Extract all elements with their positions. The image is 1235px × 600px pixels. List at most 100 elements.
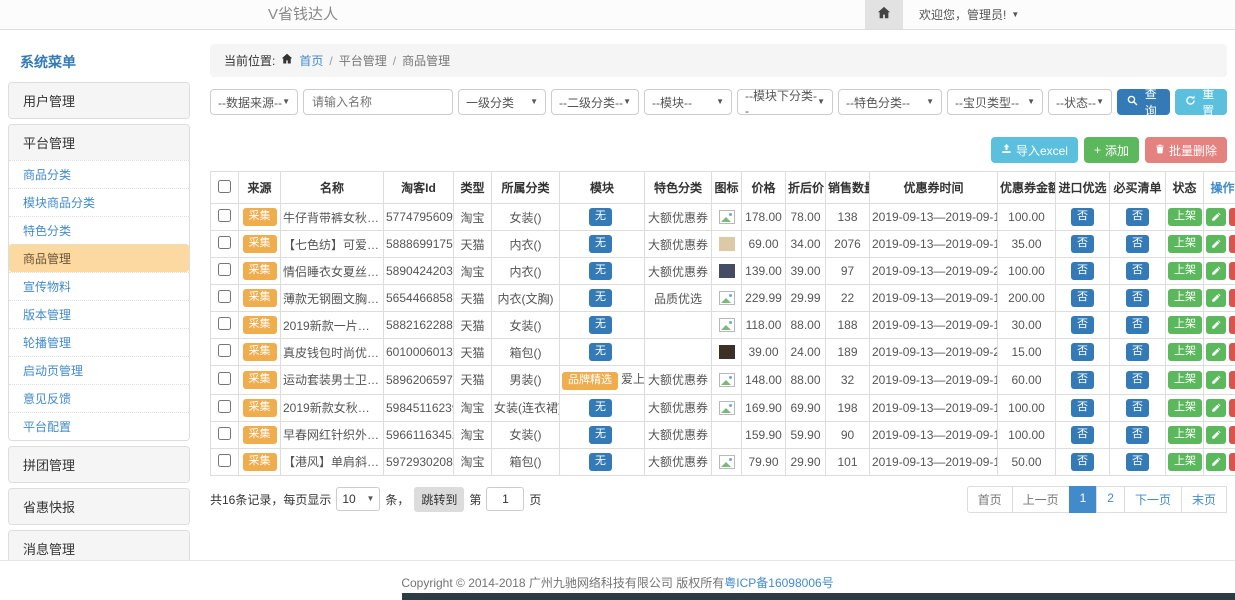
product-image-icon bbox=[719, 318, 735, 332]
item-type-select[interactable]: --宝贝类型--▼ bbox=[947, 89, 1043, 115]
sidebar-subitem[interactable]: 启动页管理 bbox=[9, 356, 189, 384]
sidebar-item-platform-management[interactable]: 平台管理 bbox=[9, 125, 189, 160]
column-header: 折后价 bbox=[786, 172, 826, 204]
level2-category-select[interactable]: --二级分类--▼ bbox=[551, 89, 639, 115]
edit-button[interactable] bbox=[1206, 289, 1226, 307]
edit-button[interactable] bbox=[1206, 399, 1226, 417]
cell-price: 139.00 bbox=[742, 258, 786, 285]
module-select[interactable]: --模块--▼ bbox=[644, 89, 732, 115]
status-badge[interactable]: 上架 bbox=[1168, 235, 1202, 253]
status-badge[interactable]: 上架 bbox=[1168, 208, 1202, 226]
row-checkbox[interactable] bbox=[218, 400, 231, 413]
status-badge[interactable]: 上架 bbox=[1168, 399, 1202, 417]
batch-delete-button[interactable]: 批量删除 bbox=[1145, 137, 1227, 163]
home-icon bbox=[877, 6, 891, 23]
cell-checkbox bbox=[211, 448, 239, 475]
icp-link[interactable]: 粤ICP备16098006号 bbox=[724, 576, 833, 590]
sidebar-subitem[interactable]: 平台配置 bbox=[9, 412, 189, 440]
imported-badge: 否 bbox=[1071, 426, 1094, 444]
status-badge[interactable]: 上架 bbox=[1168, 371, 1202, 389]
row-checkbox[interactable] bbox=[218, 344, 231, 357]
import-excel-button[interactable]: 导入excel bbox=[991, 137, 1078, 163]
status-select[interactable]: --状态--▼ bbox=[1048, 89, 1112, 115]
module-badge: 无 bbox=[589, 343, 612, 361]
delete-button[interactable] bbox=[1229, 235, 1235, 253]
sidebar-subitem[interactable]: 意见反馈 bbox=[9, 384, 189, 412]
level1-category-select[interactable]: 一级分类▼ bbox=[458, 89, 546, 115]
edit-button[interactable] bbox=[1206, 343, 1226, 361]
edit-button[interactable] bbox=[1206, 453, 1226, 471]
edit-button[interactable] bbox=[1206, 235, 1226, 253]
row-checkbox[interactable] bbox=[218, 290, 231, 303]
sidebar-subitem[interactable]: 模块商品分类 bbox=[9, 188, 189, 216]
status-badge[interactable]: 上架 bbox=[1168, 262, 1202, 280]
breadcrumb-home-link[interactable]: 首页 bbox=[299, 52, 323, 69]
delete-button[interactable] bbox=[1229, 289, 1235, 307]
feature-category-select[interactable]: --特色分类--▼ bbox=[838, 89, 942, 115]
edit-button[interactable] bbox=[1206, 316, 1226, 334]
sidebar-group-item[interactable]: 拼团管理 bbox=[9, 447, 189, 482]
pagination-button[interactable]: 下一页 bbox=[1124, 486, 1182, 513]
delete-button[interactable] bbox=[1229, 426, 1235, 444]
sidebar-group-item[interactable]: 省惠快报 bbox=[9, 489, 189, 524]
cell-source: 采集 bbox=[239, 312, 281, 339]
pagination-button[interactable]: 上一页 bbox=[1012, 486, 1070, 513]
delete-button[interactable] bbox=[1229, 371, 1235, 389]
edit-button[interactable] bbox=[1206, 262, 1226, 280]
sidebar-subitem[interactable]: 商品分类 bbox=[9, 160, 189, 188]
delete-button[interactable] bbox=[1229, 453, 1235, 471]
cell-sales: 198 bbox=[826, 394, 870, 421]
status-badge[interactable]: 上架 bbox=[1168, 289, 1202, 307]
row-checkbox[interactable] bbox=[218, 236, 231, 249]
sidebar-group-item[interactable]: 消息管理 bbox=[9, 531, 189, 560]
search-button[interactable]: 查询 bbox=[1117, 89, 1170, 115]
home-button[interactable] bbox=[865, 0, 903, 29]
select-value: --特色分类-- bbox=[846, 94, 910, 111]
data-source-select[interactable]: --数据来源--▼ bbox=[210, 89, 298, 115]
row-checkbox[interactable] bbox=[218, 372, 231, 385]
row-checkbox[interactable] bbox=[218, 454, 231, 467]
reset-button[interactable]: 重置 bbox=[1175, 89, 1228, 115]
pagination-button[interactable]: 1 bbox=[1069, 486, 1098, 513]
welcome-text: 欢迎您，管理员! bbox=[919, 6, 1006, 23]
sidebar-subitem[interactable]: 轮播管理 bbox=[9, 328, 189, 356]
cell-must-buy: 否 bbox=[1110, 285, 1166, 312]
cell-operations bbox=[1204, 394, 1235, 421]
edit-button[interactable] bbox=[1206, 371, 1226, 389]
sidebar-subitem[interactable]: 特色分类 bbox=[9, 216, 189, 244]
select-value: --宝贝类型-- bbox=[955, 94, 1019, 111]
jump-page-input[interactable] bbox=[486, 487, 524, 511]
status-badge[interactable]: 上架 bbox=[1168, 453, 1202, 471]
row-checkbox[interactable] bbox=[218, 317, 231, 330]
name-search-input[interactable] bbox=[303, 89, 453, 115]
pagination-button[interactable]: 首页 bbox=[967, 486, 1013, 513]
user-menu[interactable]: 欢迎您，管理员! ▼ bbox=[919, 6, 1019, 23]
delete-button[interactable] bbox=[1229, 316, 1235, 334]
pagination-button[interactable]: 2 bbox=[1096, 486, 1125, 513]
pagination-button[interactable]: 末页 bbox=[1181, 486, 1227, 513]
cell-name: 【港风】单肩斜跨链条... bbox=[281, 448, 384, 475]
sidebar-subitem[interactable]: 商品管理 bbox=[9, 244, 189, 272]
sidebar-item-user-management[interactable]: 用户管理 bbox=[9, 83, 189, 118]
select-all-checkbox[interactable] bbox=[218, 180, 231, 193]
row-checkbox[interactable] bbox=[218, 427, 231, 440]
edit-button[interactable] bbox=[1206, 208, 1226, 226]
column-header: 销售数量 bbox=[826, 172, 870, 204]
delete-button[interactable] bbox=[1229, 399, 1235, 417]
row-checkbox[interactable] bbox=[218, 209, 231, 222]
status-badge[interactable]: 上架 bbox=[1168, 426, 1202, 444]
status-badge[interactable]: 上架 bbox=[1168, 343, 1202, 361]
delete-button[interactable] bbox=[1229, 208, 1235, 226]
jump-button[interactable]: 跳转到 bbox=[414, 487, 464, 512]
delete-button[interactable] bbox=[1229, 262, 1235, 280]
row-checkbox[interactable] bbox=[218, 263, 231, 276]
delete-button[interactable] bbox=[1229, 343, 1235, 361]
edit-button[interactable] bbox=[1206, 426, 1226, 444]
summary-mid: 条， bbox=[385, 491, 409, 508]
page-size-select[interactable]: 10▼ bbox=[336, 487, 380, 511]
module-subcategory-select[interactable]: --模块下分类--▼ bbox=[737, 89, 833, 115]
sidebar-subitem[interactable]: 版本管理 bbox=[9, 300, 189, 328]
add-button[interactable]: + 添加 bbox=[1084, 137, 1139, 163]
sidebar-subitem[interactable]: 宣传物料 bbox=[9, 272, 189, 300]
status-badge[interactable]: 上架 bbox=[1168, 316, 1202, 334]
